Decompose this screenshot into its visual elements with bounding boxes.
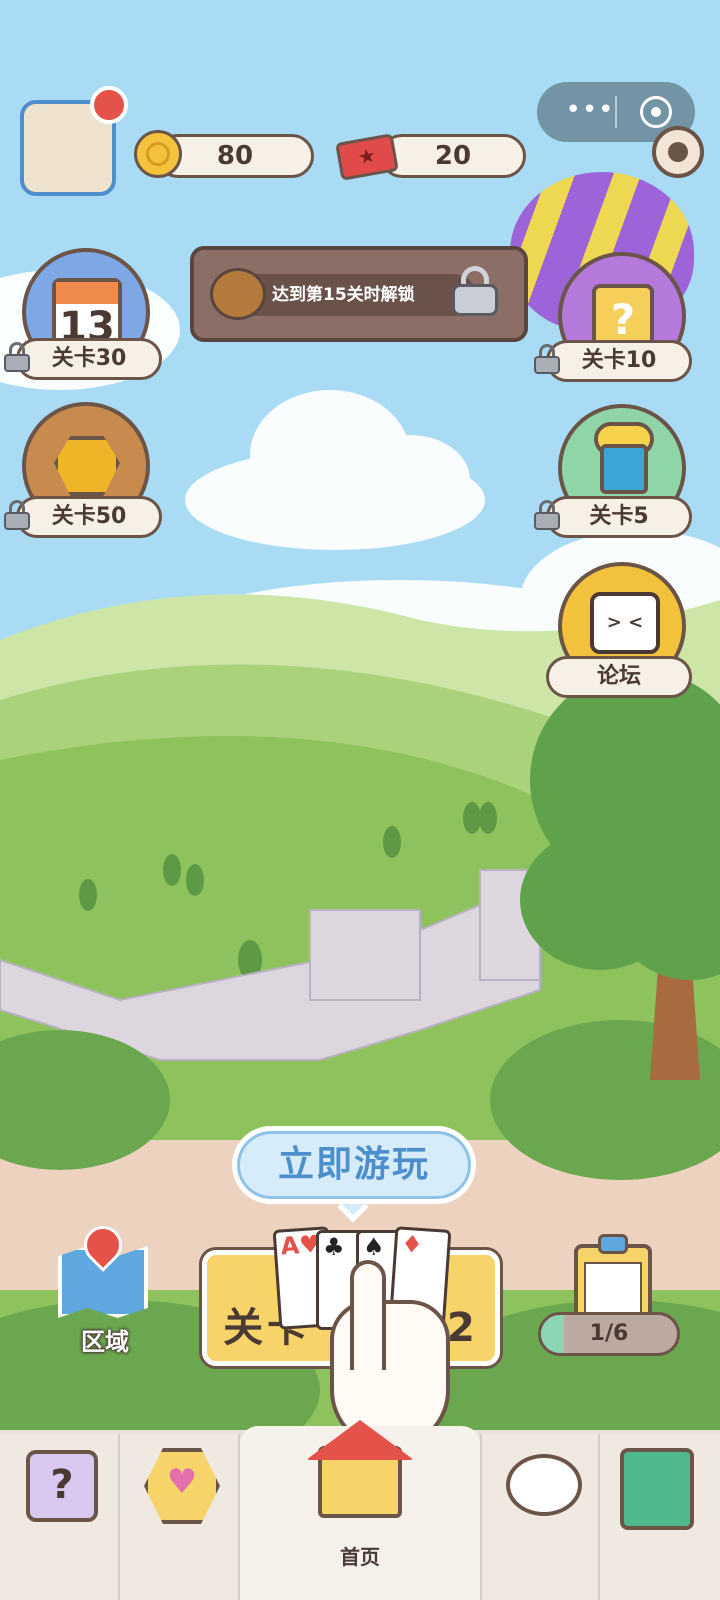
clipboard-clip <box>598 1234 628 1254</box>
gear-icon[interactable] <box>652 126 704 178</box>
gift-box-icon <box>600 444 648 494</box>
level-50-label: 关卡50 <box>16 496 162 538</box>
level-5-label: 关卡5 <box>546 496 692 538</box>
card-rank: ♠ <box>363 1233 385 1261</box>
card-rank: ♦ <box>400 1229 424 1260</box>
more-icon[interactable]: ••• <box>560 96 620 128</box>
forum-label: 论坛 <box>546 656 692 698</box>
level-30-label: 关卡30 <box>16 338 162 380</box>
lock-icon <box>4 342 30 372</box>
lock-icon <box>4 500 30 530</box>
card-rank: ♣ <box>323 1233 345 1261</box>
coin-icon <box>134 130 182 178</box>
notification-dot-icon <box>90 86 128 124</box>
ticket-counter: 20 <box>380 134 526 178</box>
question-icon: ? <box>26 1450 98 1522</box>
task-progress-bar[interactable]: 1/6 <box>538 1312 680 1356</box>
palette-icon <box>506 1454 582 1516</box>
tab-album[interactable] <box>600 1434 720 1600</box>
capsule-divider <box>615 96 617 128</box>
level-number: 2 <box>447 1305 479 1351</box>
tab-themes[interactable] <box>480 1434 600 1600</box>
lock-icon <box>534 500 560 530</box>
play-now-button[interactable]: 立即游玩 <box>232 1126 476 1204</box>
book-icon <box>620 1448 694 1530</box>
tab-help[interactable]: ? <box>0 1434 120 1600</box>
chat-face-icon: > < <box>590 592 660 654</box>
pointing-finger <box>350 1260 386 1370</box>
close-miniprogram-icon[interactable] <box>640 96 672 128</box>
task-progress-text: 1/6 <box>589 1321 629 1346</box>
level-10-label: 关卡10 <box>546 340 692 382</box>
ticket-count: 20 <box>434 141 472 171</box>
lock-icon <box>534 344 560 374</box>
tab-favorites[interactable]: ♥ <box>120 1434 240 1600</box>
coin-count: 80 <box>216 141 254 171</box>
lock-icon <box>452 266 498 316</box>
heart-icon: ♥ <box>166 1462 198 1502</box>
unlock-requirement-text: 达到第15关时解锁 <box>272 285 415 305</box>
home-tab-label: 首页 <box>340 1545 380 1569</box>
bell-icon <box>210 268 266 320</box>
gem-icon <box>54 436 120 496</box>
card-rank: A <box>279 1231 301 1261</box>
region-button[interactable]: 区域 <box>60 1324 150 1360</box>
